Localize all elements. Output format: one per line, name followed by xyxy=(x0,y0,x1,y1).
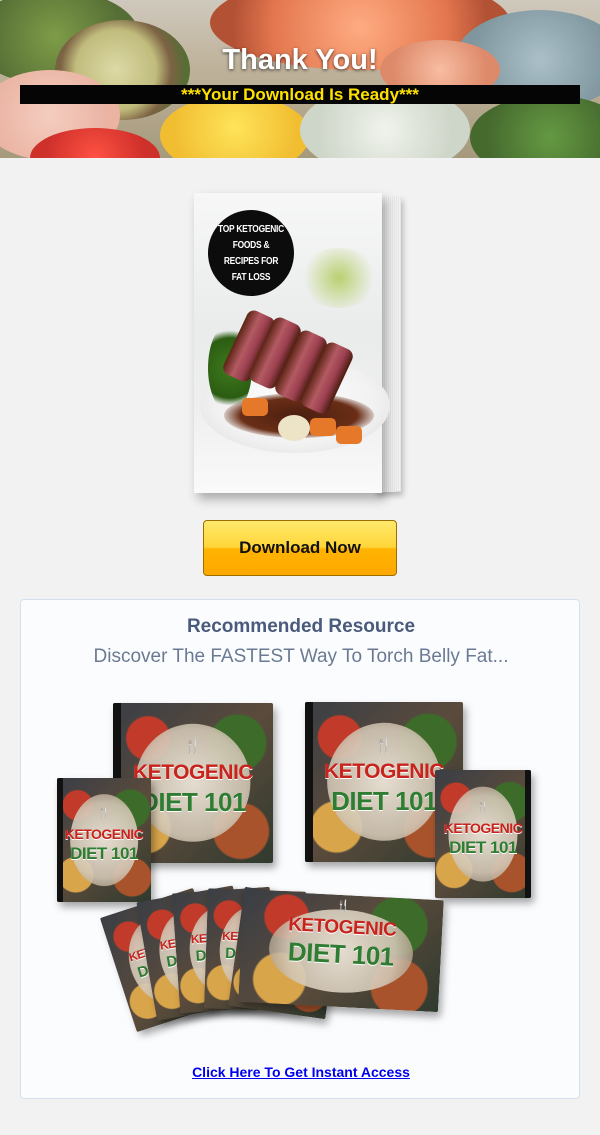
product-title-line2: DIET 101 xyxy=(70,844,138,863)
recommended-resource-panel: Recommended Resource Discover The FASTES… xyxy=(20,599,580,1099)
ebook-carrot xyxy=(242,398,268,416)
product-dvd-left[interactable]: 🍴 KETOGENIC DIET 101 xyxy=(57,778,151,902)
ebook-carrot xyxy=(336,426,362,444)
ebook-front: Top Ketogenic Foods & Recipes For Fat Lo… xyxy=(194,193,390,493)
ebook-cover: Top Ketogenic Foods & Recipes For Fat Lo… xyxy=(190,193,412,498)
product-dvd-right[interactable]: 🍴 KETOGENIC DIET 101 xyxy=(435,770,531,898)
recommended-subtitle: Discover The FASTEST Way To Torch Belly … xyxy=(93,646,509,667)
utensils-icon: 🍴 xyxy=(375,738,393,754)
product-title-line1: KETOGENIC xyxy=(64,826,144,842)
header-banner: Thank You! ***Your Download Is Ready*** xyxy=(0,0,600,158)
product-title-line2: DIET 101 xyxy=(449,838,517,857)
ebook-carrot xyxy=(310,418,336,436)
ebook-title: Top Ketogenic Foods & Recipes For Fat Lo… xyxy=(218,223,284,283)
utensils-icon: 🍴 xyxy=(97,808,111,819)
product-title-line1: KETOGENIC xyxy=(443,820,523,836)
ebook-potato xyxy=(278,415,310,441)
ebook-greens-image xyxy=(299,248,379,308)
product-report-front[interactable]: 🍴 KETOGENIC DIET 101 xyxy=(238,889,444,1013)
download-ready-bar: ***Your Download Is Ready*** xyxy=(20,85,580,104)
ebook-title-badge: Top Ketogenic Foods & Recipes For Fat Lo… xyxy=(208,210,294,296)
utensils-icon: 🍴 xyxy=(476,802,490,813)
download-now-button[interactable]: Download Now xyxy=(203,520,397,576)
page-title: Thank You! xyxy=(222,44,378,76)
utensils-icon: 🍴 xyxy=(184,739,202,755)
get-instant-access-link[interactable]: Click Here To Get Instant Access xyxy=(21,1064,581,1080)
banner-overlay xyxy=(0,0,600,158)
recommended-title: Recommended Resource xyxy=(186,616,416,637)
